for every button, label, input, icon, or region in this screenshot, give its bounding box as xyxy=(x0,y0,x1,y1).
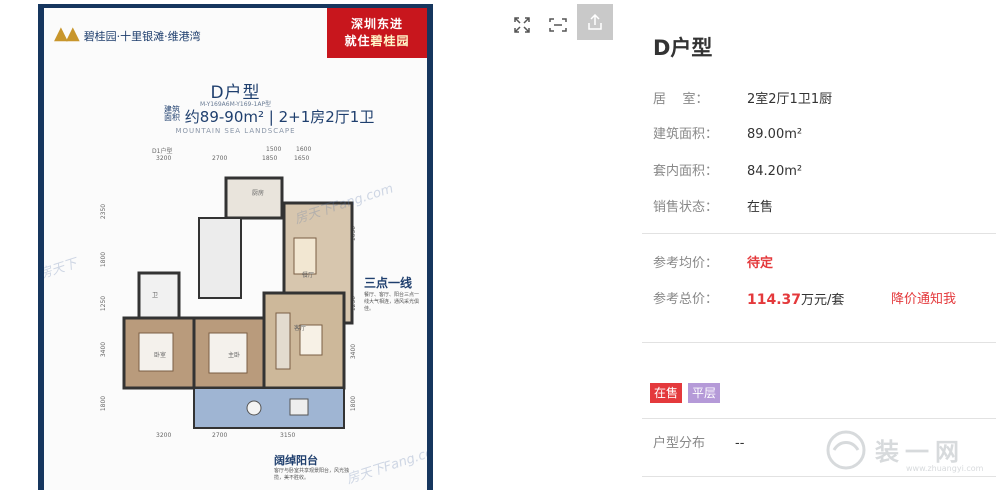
logo-text: 碧桂园·十里银滩·维港湾 xyxy=(83,30,201,43)
ref-unit-price-value: 待定 xyxy=(747,256,774,271)
plan-area-prefix: 建筑 面积 xyxy=(164,105,180,122)
brand-watermark-sub: www.zhuangyi.com xyxy=(906,464,984,473)
sofa xyxy=(275,312,291,370)
watermark-3: 房天下Fang.com xyxy=(344,441,427,488)
promo-banner: 深圳东进 就住碧桂园 xyxy=(327,8,427,58)
dim-top-2: 2700 xyxy=(212,155,228,162)
share-icon[interactable] xyxy=(577,4,613,40)
room-label-bedroom: 卧室 xyxy=(154,352,167,359)
rooms-value: 2室2厅1卫1厨 xyxy=(747,92,833,107)
balcony-title: 阔绰阳台 xyxy=(274,454,318,467)
plan-area-text: 约89-90m² | 2+1房2厅1卫 xyxy=(184,108,375,126)
brand-watermark: 装一网 www.zhuangyi.com xyxy=(820,426,996,476)
flat-layout-badge: 平层 xyxy=(688,383,721,403)
distribution-label: 户型分布 xyxy=(653,436,706,451)
brand-watermark-text: 装一网 xyxy=(875,438,965,466)
room-label-living: 客厅 xyxy=(294,325,307,332)
expand-icon[interactable] xyxy=(508,10,536,40)
room-label-dining: 餐厅 xyxy=(302,272,315,279)
dim-bottom-2: 2700 xyxy=(212,432,228,439)
developer-logo: ▲▲ 碧桂园·十里银滩·维港湾 xyxy=(54,20,204,44)
inner-area-value: 84.20m² xyxy=(747,164,803,179)
dim-left-3: 1250 xyxy=(100,295,108,312)
ref-total-price-unit: 万元/套 xyxy=(801,293,845,308)
unit-title: D户型 xyxy=(653,36,713,60)
bathroom-area xyxy=(137,271,181,320)
divider-3 xyxy=(642,418,996,419)
dim-top-sub-1: D1户型 xyxy=(152,148,173,155)
dim-left-5: 1800 xyxy=(100,395,108,412)
promo-line-1: 深圳东进 xyxy=(350,17,403,31)
ref-total-price-label: 参考总价： xyxy=(653,292,719,307)
dim-left-1: 2350 xyxy=(100,203,108,220)
ref-total-price-value: 114.37万元/套 xyxy=(747,290,844,311)
promo-line-2-highlight: 碧桂园 xyxy=(370,34,410,48)
dim-bottom-1: 3200 xyxy=(156,432,172,439)
dim-top-3: 1850 xyxy=(262,155,278,162)
dim-bottom-3: 3150 xyxy=(280,432,296,439)
promo-line-2: 就住碧桂园 xyxy=(344,33,409,50)
dim-top-sub-2: 1500 xyxy=(266,146,282,153)
ref-total-price-number: 114.37 xyxy=(747,292,802,308)
divider-4 xyxy=(642,476,996,477)
build-area-label: 建筑面积： xyxy=(653,127,719,142)
price-drop-notify-link[interactable]: 降价通知我 xyxy=(891,290,956,310)
plan-english-subtitle: MOUNTAIN SEA LANDSCAPE xyxy=(175,127,296,135)
dim-top-1: 3200 xyxy=(156,155,172,162)
dining-table xyxy=(293,237,317,275)
light-well xyxy=(198,217,242,299)
dim-left-2: 1800 xyxy=(100,251,108,268)
divider-2 xyxy=(642,342,996,343)
dim-top-sub-3: 1600 xyxy=(296,146,312,153)
brochure-paper: ▲▲ 碧桂园·十里银滩·维港湾 深圳东进 就住碧桂园 D户型 M-Y169A6M… xyxy=(44,8,427,490)
kitchen-area xyxy=(224,176,284,220)
logo-mark-icon: ▲▲ xyxy=(54,23,80,44)
balcony-table xyxy=(246,400,262,416)
sale-status-label: 销售状态： xyxy=(653,200,719,215)
rooms-label: 居 室： xyxy=(653,92,709,107)
room-label-kitchen: 厨房 xyxy=(252,190,265,197)
dim-top-4: 1650 xyxy=(294,155,310,162)
brand-logo-icon xyxy=(826,430,866,470)
unit-info-panel: D户型 居 室： 2室2厅1卫1厨 建筑面积： 89.00m² 套内面积： 84… xyxy=(642,0,996,490)
promo-line-2-prefix: 就住 xyxy=(344,34,371,48)
dim-left-4: 3400 xyxy=(100,341,108,358)
balcony-area xyxy=(193,387,345,429)
balcony-text: 客厅与卧室共享观景阳台，风光独揽，美不胜收。 xyxy=(274,468,350,481)
plan-area: 建筑 面积 约89-90m² | 2+1房2厅1卫 xyxy=(164,106,374,127)
fit-screen-icon[interactable] xyxy=(544,10,572,40)
callout-title: 三点一线 xyxy=(364,276,413,290)
floor-plan-viewer[interactable]: ▲▲ 碧桂园·十里银滩·维港湾 深圳东进 就住碧桂园 D户型 M-Y169A6M… xyxy=(38,4,613,490)
balcony-chair xyxy=(289,398,309,416)
floor-plan-image: ▲▲ 碧桂园·十里银滩·维港湾 深圳东进 就住碧桂园 D户型 M-Y169A6M… xyxy=(38,4,433,490)
ref-unit-price-label: 参考均价： xyxy=(653,256,719,271)
watermark-1: 房天下 xyxy=(44,256,79,283)
room-label-master: 主卧 xyxy=(228,352,241,359)
callout-text: 餐厅、客厅、阳台三点一线大气相连，通风采光俱佳。 xyxy=(364,292,420,312)
distribution-value: -- xyxy=(735,436,745,451)
inner-area-label: 套内面积： xyxy=(653,164,719,179)
room-label-bath: 卫 xyxy=(152,292,159,299)
sale-status-value: 在售 xyxy=(747,200,774,215)
divider-1 xyxy=(642,233,996,234)
on-sale-badge: 在售 xyxy=(650,383,683,403)
build-area-value: 89.00m² xyxy=(747,127,803,142)
